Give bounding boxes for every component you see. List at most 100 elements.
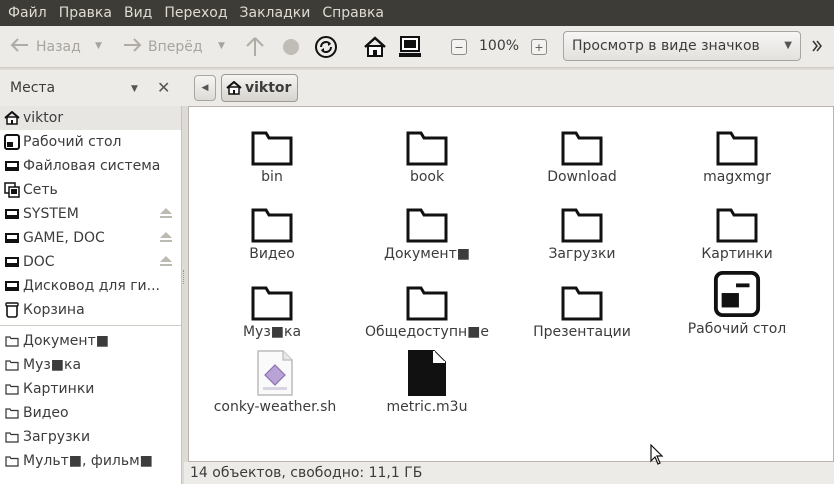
floppy-icon (4, 278, 20, 294)
home-icon (364, 36, 386, 57)
file-item[interactable]: Презентации (502, 274, 662, 340)
sidebar-item-system[interactable]: SYSTEM (0, 202, 181, 226)
back-history-caret-icon[interactable]: ▼ (95, 41, 102, 51)
folder-icon (713, 196, 761, 244)
eject-icon[interactable] (159, 231, 173, 247)
sidebar-item-floppy[interactable]: Дисковод для ги... (0, 274, 181, 298)
file-name: magxmgr (703, 169, 771, 185)
folder-icon (4, 405, 20, 421)
pane-resize-handle[interactable] (183, 270, 186, 284)
folder-icon (4, 453, 20, 469)
sidebar-item-doc[interactable]: DOC (0, 250, 181, 274)
file-item[interactable]: Рабочий стол (657, 267, 817, 337)
forward-label: Вперёд (148, 39, 203, 55)
drive-icon (4, 230, 20, 246)
sidebar-bookmark-pictures[interactable]: Картинки (0, 377, 181, 401)
file-item[interactable]: Общедоступн■е (347, 274, 507, 340)
menu-go[interactable]: Переход (158, 0, 233, 26)
reload-button[interactable] (311, 32, 341, 62)
sidebar-bookmark-music[interactable]: Муз■ка (0, 353, 181, 377)
menu-edit[interactable]: Правка (53, 0, 118, 26)
sidebar-title[interactable]: Места (10, 80, 55, 96)
path-scroll-left-button[interactable]: ◀ (194, 75, 216, 101)
chevron-down-icon: ▼ (784, 40, 792, 51)
sidebar-item-label: Дисковод для ги... (23, 278, 161, 294)
file-item[interactable]: metric.m3u (347, 347, 507, 415)
file-name: Презентации (533, 324, 631, 340)
sidebar-item-trash[interactable]: Корзина (0, 298, 181, 322)
back-label: Назад (36, 39, 81, 55)
folder-icon (248, 274, 296, 322)
sidebar-item-label: Рабочий стол (23, 134, 122, 150)
folder-icon (558, 119, 606, 167)
file-name: Download (547, 169, 617, 185)
desktop-icon (4, 134, 20, 150)
folder-icon (4, 381, 20, 397)
folder-icon (4, 333, 20, 349)
chevron-down-icon[interactable]: ▼ (131, 84, 138, 94)
file-name: Картинки (701, 246, 773, 262)
sidebar-item-label: DOC (23, 254, 55, 270)
zoom-in-button[interactable]: + (531, 39, 547, 55)
file-name: metric.m3u (386, 399, 468, 415)
sidebar-item-label: Документ■ (23, 333, 109, 349)
trash-icon (4, 302, 20, 318)
sidebar-bookmark-documents[interactable]: Документ■ (0, 329, 181, 353)
up-arrow-icon (246, 37, 264, 56)
folder-icon (403, 119, 451, 167)
back-button[interactable]: Назад (6, 32, 85, 62)
sidebar: viktor Рабочий стол Файловая система Сет… (0, 106, 182, 484)
file-item[interactable]: Картинки (657, 196, 817, 262)
up-button[interactable] (240, 32, 270, 62)
path-bar: ◀ viktor (184, 70, 834, 106)
zoom-level[interactable]: 100% (471, 38, 527, 54)
stop-button[interactable] (276, 32, 306, 62)
sidebar-bookmark-cartoons[interactable]: Мульт■, фильм■ (0, 449, 181, 473)
file-item[interactable]: magxmgr (657, 119, 817, 185)
file-item[interactable]: Муз■ка (192, 274, 352, 340)
zoom-out-button[interactable]: − (451, 39, 467, 55)
file-item[interactable]: bin (192, 119, 352, 185)
sidebar-item-label: GAME, DOC (23, 230, 105, 246)
view-mode-select[interactable]: Просмотр в виде значков ▼ (563, 31, 801, 61)
file-item[interactable]: Загрузки (502, 196, 662, 262)
eject-icon[interactable] (159, 255, 173, 271)
file-item[interactable]: Download (502, 119, 662, 185)
home-button[interactable] (360, 32, 390, 62)
status-bar: 14 объектов, свободно: 11,1 ГБ (184, 462, 834, 484)
sidebar-item-game-doc[interactable]: GAME, DOC (0, 226, 181, 250)
breadcrumb-home[interactable]: viktor (221, 74, 299, 102)
sidebar-bookmark-videos[interactable]: Видео (0, 401, 181, 425)
overflow-icon[interactable] (812, 40, 822, 55)
menu-view[interactable]: Вид (118, 0, 158, 26)
forward-button[interactable]: Вперёд (118, 32, 207, 62)
sidebar-item-label: Видео (23, 405, 69, 421)
computer-button[interactable] (395, 32, 425, 62)
file-item[interactable]: conky-weather.sh (195, 347, 355, 415)
file-name: Общедоступн■е (365, 324, 489, 340)
file-name: Загрузки (548, 246, 616, 262)
file-item[interactable]: Документ■ (347, 196, 507, 262)
file-name: Муз■ка (242, 324, 302, 340)
file-item[interactable]: book (347, 119, 507, 185)
sidebar-item-network[interactable]: Сеть (0, 178, 181, 202)
sidebar-item-desktop[interactable]: Рабочий стол (0, 130, 181, 154)
menu-file[interactable]: Файл (2, 0, 53, 26)
view-mode-value: Просмотр в виде значков (572, 38, 760, 54)
close-icon[interactable]: ✕ (157, 78, 170, 97)
sidebar-bookmark-downloads[interactable]: Загрузки (0, 425, 181, 449)
menu-help[interactable]: Справка (316, 0, 390, 26)
sidebar-item-label: Корзина (23, 302, 85, 318)
eject-icon[interactable] (159, 207, 173, 223)
menu-bookmarks[interactable]: Закладки (234, 0, 317, 26)
sidebar-item-home[interactable]: viktor (0, 106, 181, 130)
sidebar-item-filesystem[interactable]: Файловая система (0, 154, 181, 178)
forward-history-caret-icon[interactable]: ▼ (218, 41, 225, 51)
sidebar-item-label: Загрузки (23, 429, 91, 445)
script-icon (251, 347, 299, 397)
minus-icon: − (454, 40, 464, 54)
desktop-icon (713, 267, 761, 319)
folder-icon (248, 196, 296, 244)
file-item[interactable]: Видео (192, 196, 352, 262)
folder-icon (558, 274, 606, 322)
